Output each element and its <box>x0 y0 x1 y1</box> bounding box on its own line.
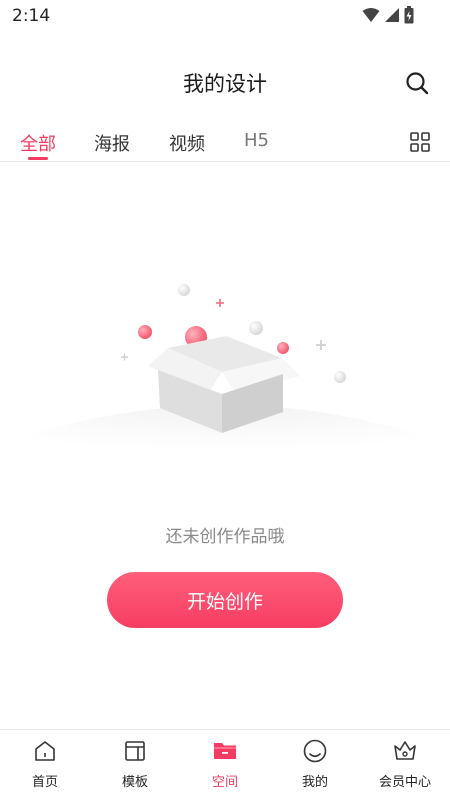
tab-video[interactable]: 视频 <box>169 130 205 156</box>
nav-item-template[interactable]: 模板 <box>90 730 180 799</box>
grid-view-button[interactable] <box>410 132 430 152</box>
header: 我的设计 <box>0 60 450 106</box>
nav-label-home: 首页 <box>31 775 58 790</box>
nav-item-profile[interactable]: 我的 <box>270 730 360 799</box>
wifi-icon <box>362 8 380 22</box>
page-title: 我的设计 <box>183 72 267 96</box>
signal-icon <box>385 8 399 22</box>
tab-poster[interactable]: 海报 <box>94 130 130 156</box>
tab-h5[interactable]: H5 <box>244 130 269 151</box>
nav-label-vip: 会员中心 <box>378 775 431 790</box>
template-icon <box>125 741 145 761</box>
category-tabs: 全部 海报 视频 H5 <box>0 122 450 162</box>
grid-icon <box>410 132 430 152</box>
nav-label-profile: 我的 <box>301 775 328 790</box>
battery-icon <box>404 6 414 24</box>
status-bar: 2:14 <box>0 0 450 32</box>
tab-all[interactable]: 全部 <box>20 130 56 156</box>
status-icons <box>362 6 414 24</box>
home-icon <box>35 741 55 761</box>
tab-active-indicator <box>28 157 48 160</box>
nav-item-space[interactable]: 空间 <box>180 730 270 799</box>
empty-state-message: 还未创作作品哦 <box>165 527 285 547</box>
nav-item-home[interactable]: 首页 <box>0 730 90 799</box>
status-time: 2:14 <box>12 6 51 26</box>
folder-icon <box>214 743 236 759</box>
empty-box-icon <box>0 284 450 470</box>
bottom-nav: 首页 模板 空间 我的 会员中心 <box>0 729 450 799</box>
search-button[interactable] <box>404 70 430 96</box>
search-icon <box>406 72 429 95</box>
vip-crown-icon <box>394 741 416 760</box>
nav-label-space: 空间 <box>211 775 238 790</box>
nav-label-template: 模板 <box>121 775 148 790</box>
profile-icon <box>303 739 327 763</box>
nav-item-vip[interactable]: 会员中心 <box>360 730 450 799</box>
start-creating-button[interactable]: 开始创作 <box>107 572 343 628</box>
